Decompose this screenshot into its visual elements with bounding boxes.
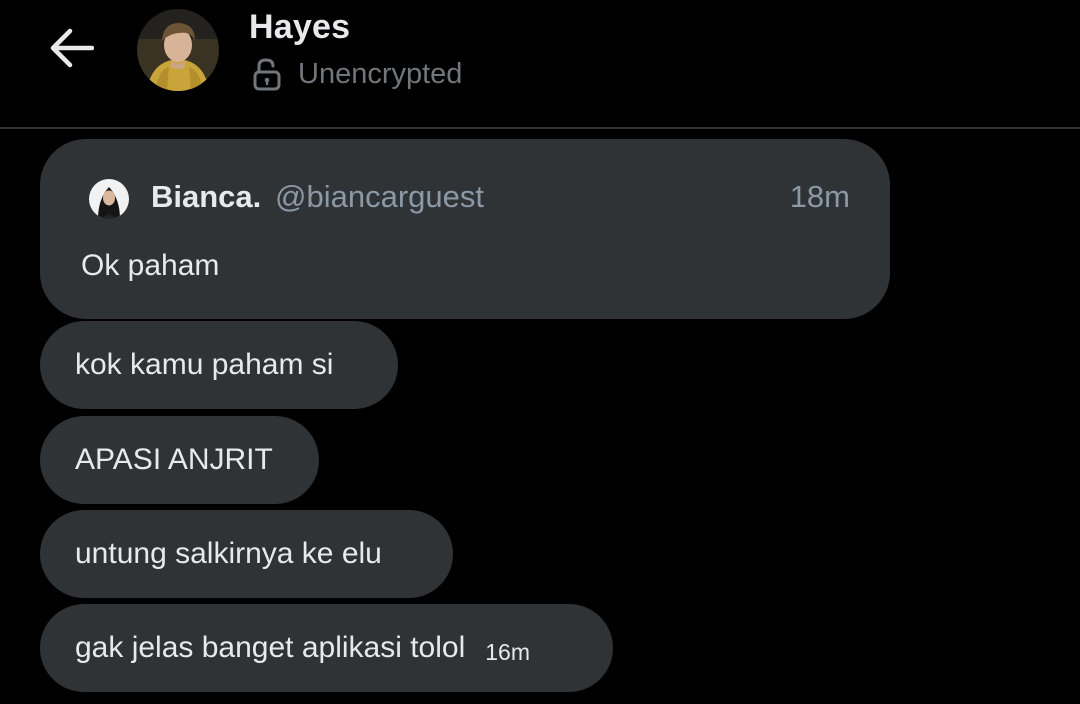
quoted-message-bubble[interactable]: Bianca. @biancarguest 18m Ok paham — [40, 139, 890, 319]
conversation-header: Hayes Unencrypted — [0, 0, 1080, 129]
avatar-image — [137, 9, 219, 91]
message-text: untung salkirnya ke elu — [75, 537, 382, 570]
message-text: gak jelas banget aplikasi tolol — [75, 631, 466, 664]
message-bubble[interactable]: kok kamu paham si — [40, 321, 398, 409]
contact-name[interactable]: Hayes — [249, 8, 350, 47]
encryption-status: Unencrypted — [252, 55, 462, 93]
contact-avatar[interactable] — [137, 9, 219, 91]
message-bubble[interactable]: untung salkirnya ke elu — [40, 510, 453, 598]
message-text: APASI ANJRIT — [75, 443, 273, 476]
avatar-image — [89, 179, 129, 219]
back-button[interactable] — [44, 24, 98, 72]
arrow-left-icon — [50, 28, 94, 68]
quoted-author-avatar — [89, 179, 129, 219]
quoted-timestamp: 18m — [789, 179, 850, 214]
message-timestamp: 16m — [485, 638, 530, 665]
message-text: kok kamu paham si — [75, 348, 334, 381]
message-bubble[interactable]: APASI ANJRIT — [40, 416, 319, 504]
dm-conversation-screen: Hayes Unencrypted Bianca. @biancarguest … — [0, 0, 1080, 704]
encryption-label: Unencrypted — [298, 57, 463, 90]
quoted-author-handle: @biancarguest — [275, 179, 484, 214]
message-bubble[interactable]: gak jelas banget aplikasi tolol 16m — [40, 604, 613, 692]
quoted-message-text: Ok paham — [81, 249, 220, 282]
quoted-author-name: Bianca. — [151, 179, 262, 214]
lock-open-icon — [252, 57, 282, 91]
